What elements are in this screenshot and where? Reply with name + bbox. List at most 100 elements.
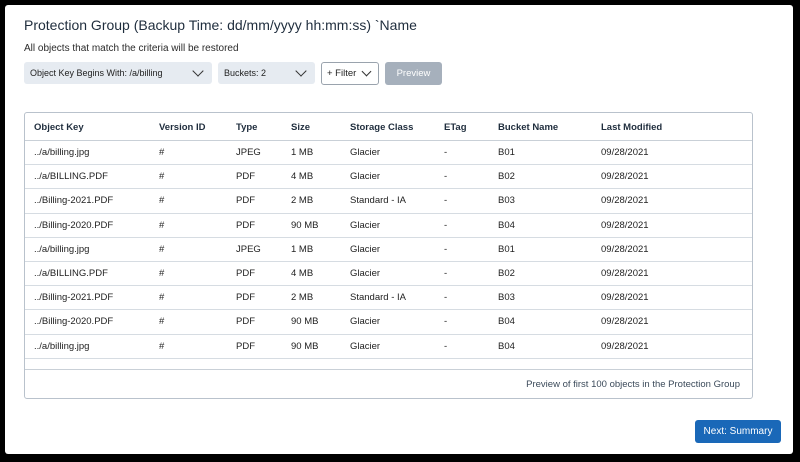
table-body: ../a/billing.jpg # JPEG 1 MB Glacier - B… xyxy=(25,141,752,359)
table-row: ../Billing-2021.PDF # PDF 2 MB Standard … xyxy=(25,286,752,311)
next-summary-button[interactable]: Next: Summary xyxy=(695,420,781,443)
table-row: ../a/billing.jpg # JPEG 1 MB Glacier - B… xyxy=(25,238,752,262)
cell-size: 2 MB xyxy=(291,195,314,207)
cell-type: JPEG xyxy=(236,147,261,158)
cell-size: 90 MB xyxy=(291,316,319,328)
table-footer: Preview of first 100 objects in the Prot… xyxy=(25,369,752,398)
cell-type: JPEG xyxy=(236,243,261,255)
cell-type: PDF xyxy=(236,267,255,279)
cell-etag: - xyxy=(444,243,448,255)
cell-object-key: ../Billing-2021.PDF xyxy=(34,195,114,207)
object-key-dropdown[interactable]: Object Key Begins With: /a/billing xyxy=(24,62,212,84)
cell-etag: - xyxy=(444,340,448,352)
table-row: ../Billing-2020.PDF # PDF 90 MB Glacier … xyxy=(25,214,752,238)
cell-bucket-name: B04 xyxy=(498,340,515,352)
cell-storage-class: Glacier xyxy=(350,340,381,352)
cell-last-modified: 09/28/2021 xyxy=(601,340,649,352)
table-row: ../a/BILLING.PDF # PDF 4 MB Glacier - B0… xyxy=(25,165,752,190)
cell-size: 1 MB xyxy=(291,243,314,255)
cell-etag: - xyxy=(444,219,448,231)
cell-last-modified: 09/28/2021 xyxy=(601,267,649,279)
cell-bucket-name: B01 xyxy=(498,147,515,158)
cell-etag: - xyxy=(444,292,448,304)
cell-size: 4 MB xyxy=(291,171,314,183)
cell-version-id: # xyxy=(159,195,165,207)
cell-bucket-name: B02 xyxy=(498,171,515,183)
cell-storage-class: Glacier xyxy=(350,267,381,279)
cell-version-id: # xyxy=(159,147,165,158)
cell-last-modified: 09/28/2021 xyxy=(601,243,649,255)
cell-bucket-name: B01 xyxy=(498,243,515,255)
add-filter-label: + Filter xyxy=(327,68,357,79)
table-row: ../a/billing.jpg # JPEG 1 MB Glacier - B… xyxy=(25,141,752,166)
cell-storage-class: Glacier xyxy=(350,147,381,158)
cell-storage-class: Glacier xyxy=(350,316,381,328)
add-filter-button[interactable]: + Filter xyxy=(321,62,379,85)
cell-object-key: ../a/billing.jpg xyxy=(34,340,90,352)
cell-etag: - xyxy=(444,267,448,279)
objects-table: Object Key Version ID Type Size Storage … xyxy=(24,112,753,399)
cell-bucket-name: B04 xyxy=(498,219,515,231)
cell-etag: - xyxy=(444,195,448,207)
cell-object-key: ../a/BILLING.PDF xyxy=(34,171,108,183)
cell-etag: - xyxy=(444,316,448,328)
cell-version-id: # xyxy=(159,171,165,183)
cell-object-key: ../a/billing.jpg xyxy=(34,147,90,158)
cell-etag: - xyxy=(444,147,448,158)
cell-object-key: ../Billing-2020.PDF xyxy=(34,316,114,328)
table-row: ../a/BILLING.PDF # PDF 4 MB Glacier - B0… xyxy=(25,262,752,287)
table-row: ../Billing-2020.PDF # PDF 90 MB Glacier … xyxy=(25,310,752,335)
cell-etag: - xyxy=(444,171,448,183)
cell-type: PDF xyxy=(236,292,255,304)
cell-size: 2 MB xyxy=(291,292,314,304)
cell-object-key: ../a/BILLING.PDF xyxy=(34,267,108,279)
chevron-down-icon xyxy=(361,66,372,77)
column-header[interactable]: Last Modified xyxy=(601,122,662,133)
object-key-dropdown-label: Object Key Begins With: /a/billing xyxy=(30,68,163,78)
column-header[interactable]: Bucket Name xyxy=(498,122,558,133)
cell-storage-class: Glacier xyxy=(350,219,381,231)
column-header[interactable]: Version ID xyxy=(159,122,205,133)
cell-size: 1 MB xyxy=(291,147,314,158)
cell-type: PDF xyxy=(236,340,255,352)
cell-last-modified: 09/28/2021 xyxy=(601,195,649,207)
cell-bucket-name: B03 xyxy=(498,292,515,304)
cell-object-key: ../Billing-2021.PDF xyxy=(34,292,114,304)
buckets-dropdown[interactable]: Buckets: 2 xyxy=(218,62,315,84)
cell-storage-class: Standard - IA xyxy=(350,292,406,304)
cell-version-id: # xyxy=(159,219,165,231)
cell-version-id: # xyxy=(159,340,165,352)
cell-type: PDF xyxy=(236,171,255,183)
cell-storage-class: Glacier xyxy=(350,243,381,255)
cell-last-modified: 09/28/2021 xyxy=(601,292,649,304)
cell-object-key: ../Billing-2020.PDF xyxy=(34,219,114,231)
cell-size: 90 MB xyxy=(291,340,319,352)
preview-count-note: Preview of first 100 objects in the Prot… xyxy=(526,379,740,390)
column-header[interactable]: Size xyxy=(291,122,310,133)
cell-last-modified: 09/28/2021 xyxy=(601,171,649,183)
cell-type: PDF xyxy=(236,195,255,207)
table-header: Object Key Version ID Type Size Storage … xyxy=(25,113,752,141)
cell-version-id: # xyxy=(159,267,165,279)
cell-type: PDF xyxy=(236,219,255,231)
column-header[interactable]: ETag xyxy=(444,122,467,133)
cell-object-key: ../a/billing.jpg xyxy=(34,243,90,255)
page-title: Protection Group (Backup Time: dd/mm/yyy… xyxy=(24,17,417,33)
cell-last-modified: 09/28/2021 xyxy=(601,147,649,158)
column-header[interactable]: Object Key xyxy=(34,122,84,133)
cell-type: PDF xyxy=(236,316,255,328)
restore-dialog: Protection Group (Backup Time: dd/mm/yyy… xyxy=(5,5,793,454)
cell-version-id: # xyxy=(159,243,165,255)
preview-button[interactable]: Preview xyxy=(385,62,442,85)
cell-bucket-name: B02 xyxy=(498,267,515,279)
column-header[interactable]: Storage Class xyxy=(350,122,413,133)
page-subtitle: All objects that match the criteria will… xyxy=(24,43,239,54)
cell-size: 4 MB xyxy=(291,267,314,279)
chevron-down-icon xyxy=(295,65,307,77)
chevron-down-icon xyxy=(192,65,204,77)
column-header[interactable]: Type xyxy=(236,122,257,133)
cell-bucket-name: B03 xyxy=(498,195,515,207)
cell-version-id: # xyxy=(159,316,165,328)
cell-version-id: # xyxy=(159,292,165,304)
cell-storage-class: Standard - IA xyxy=(350,195,406,207)
